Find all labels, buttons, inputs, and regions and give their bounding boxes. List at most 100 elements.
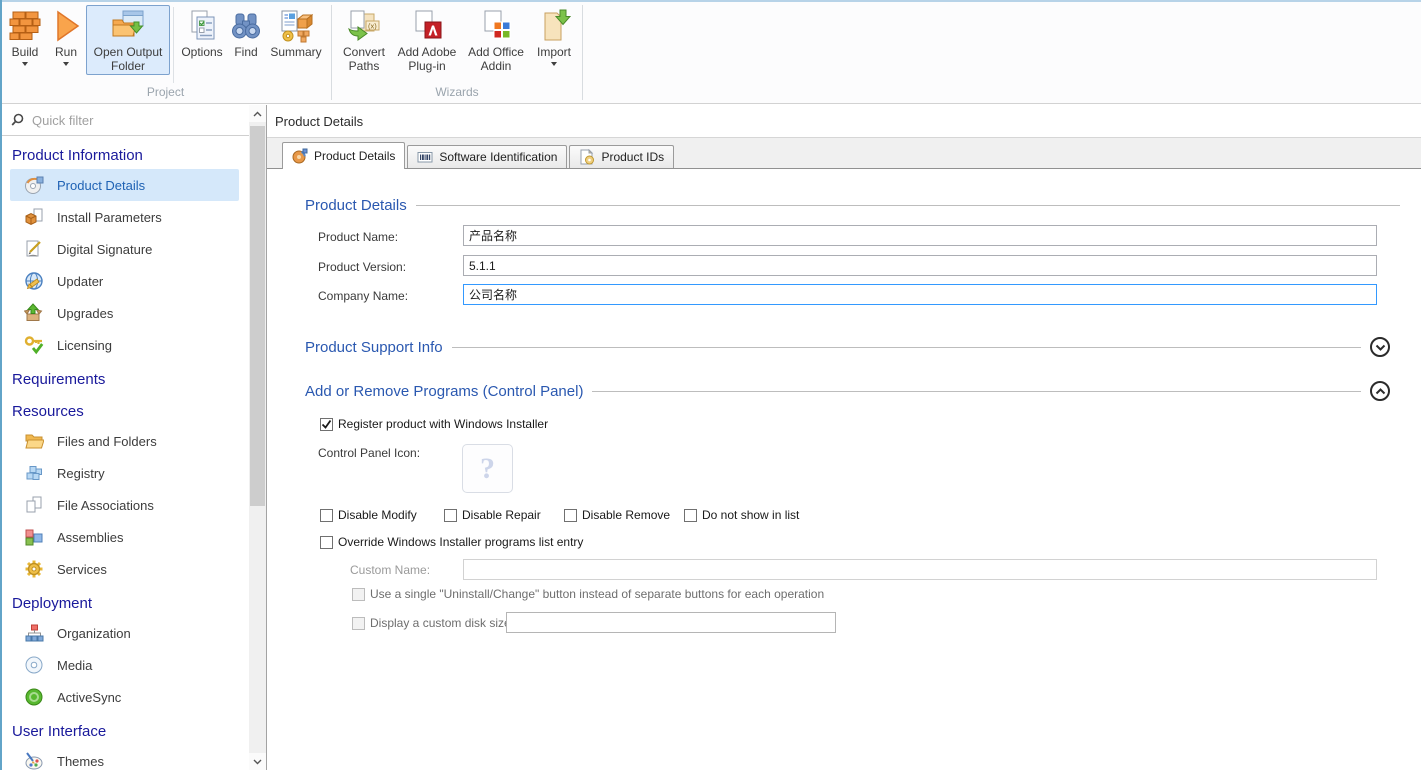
product-details-tab-icon (292, 148, 308, 164)
convert-paths-icon: (x) (347, 9, 381, 43)
sidebar-item-themes[interactable]: Themes (10, 745, 239, 770)
disk-size-input[interactable] (506, 612, 836, 633)
open-output-folder-button[interactable]: Open Output Folder (86, 5, 170, 75)
licensing-icon (24, 335, 44, 355)
checkbox-checked[interactable] (320, 418, 333, 431)
add-office-addin-button[interactable]: Add Office Addin (462, 5, 530, 75)
ribbon-group-separator (331, 5, 332, 100)
build-dropdown-arrow-icon[interactable] (22, 62, 28, 66)
chevron-down-icon (253, 759, 262, 765)
display-custom-disk-size-checkbox[interactable]: Display a custom disk size: (352, 616, 514, 630)
sidebar-item-licensing[interactable]: Licensing (10, 329, 239, 361)
import-dropdown-arrow-icon[interactable] (551, 62, 557, 66)
ribbon-toolbar: Build Run Open Output Folder (2, 2, 1421, 104)
tab-software-identification[interactable]: Software Identification (407, 145, 567, 168)
sidebar-item-registry[interactable]: Registry (10, 457, 239, 489)
sidebar-heading-user-interface[interactable]: User Interface (2, 713, 249, 745)
run-button[interactable]: Run (46, 5, 86, 68)
question-mark-icon: ? (480, 452, 495, 486)
control-panel-icon-label: Control Panel Icon: (318, 446, 420, 460)
sidebar-item-install-parameters[interactable]: Install Parameters (10, 201, 239, 233)
scroll-down-button[interactable] (249, 753, 266, 770)
checkbox-unchecked[interactable] (444, 509, 457, 522)
ribbon-group-label-project: Project (4, 85, 327, 102)
checkbox-unchecked-disabled[interactable] (352, 588, 365, 601)
company-name-input[interactable] (463, 284, 1377, 305)
sidebar-item-media[interactable]: Media (10, 649, 239, 681)
checkbox-unchecked[interactable] (320, 509, 333, 522)
ribbon-group-project: Build Run Open Output Folder (2, 2, 329, 103)
tab-label: Product Details (314, 149, 395, 163)
product-name-input[interactable] (463, 225, 1377, 246)
do-not-show-in-list-checkbox[interactable]: Do not show in list (684, 508, 799, 522)
company-name-label: Company Name: (318, 289, 408, 303)
sidebar-item-activesync[interactable]: ActiveSync (10, 681, 239, 713)
checkbox-unchecked-disabled[interactable] (352, 617, 365, 630)
checkbox-label: Do not show in list (702, 508, 799, 522)
tab-content-product-details: Product Details Product Name: Product Ve… (267, 169, 1421, 770)
sidebar-item-label: Services (57, 562, 107, 577)
checkbox-unchecked[interactable] (684, 509, 697, 522)
svg-text:(x): (x) (368, 22, 377, 31)
sidebar-item-product-details[interactable]: Product Details (10, 169, 239, 201)
summary-button[interactable]: Summary (265, 5, 327, 61)
disable-remove-checkbox[interactable]: Disable Remove (564, 508, 670, 522)
sidebar-item-digital-signature[interactable]: Digital Signature (10, 233, 239, 265)
checkbox-unchecked[interactable] (320, 536, 333, 549)
control-panel-icon-button[interactable]: ? (462, 444, 513, 493)
checkbox-unchecked[interactable] (564, 509, 577, 522)
open-output-folder-icon (111, 9, 145, 43)
register-product-checkbox[interactable]: Register product with Windows Installer (320, 417, 548, 431)
sidebar-scrollbar[interactable] (249, 105, 266, 770)
import-button[interactable]: Import (530, 5, 578, 68)
product-support-expand-button[interactable] (1370, 337, 1390, 357)
convert-paths-button[interactable]: (x) Convert Paths (336, 5, 392, 75)
sidebar-item-label: Product Details (57, 178, 145, 193)
find-button[interactable]: Find (227, 5, 265, 61)
custom-name-input[interactable] (463, 559, 1377, 580)
add-office-addin-label: Add Office Addin (465, 45, 527, 73)
scrollbar-thumb[interactable] (250, 126, 265, 506)
checkbox-label: Override Windows Installer programs list… (338, 535, 583, 549)
single-uninstall-change-checkbox[interactable]: Use a single "Uninstall/Change" button i… (352, 587, 824, 601)
options-button[interactable]: Options (177, 5, 227, 61)
run-icon (49, 9, 83, 43)
product-ids-tab-icon (579, 149, 595, 165)
disable-modify-checkbox[interactable]: Disable Modify (320, 508, 417, 522)
override-programs-list-checkbox[interactable]: Override Windows Installer programs list… (320, 535, 583, 549)
sidebar-item-updater[interactable]: Updater (10, 265, 239, 297)
disable-repair-checkbox[interactable]: Disable Repair (444, 508, 541, 522)
import-icon (537, 9, 571, 43)
sidebar-heading-requirements[interactable]: Requirements (2, 361, 249, 393)
themes-icon (24, 751, 44, 770)
import-label: Import (537, 45, 571, 59)
tab-product-ids[interactable]: Product IDs (569, 145, 674, 168)
scroll-up-button[interactable] (249, 105, 266, 122)
sidebar-item-upgrades[interactable]: Upgrades (10, 297, 239, 329)
ribbon-group-separator (582, 5, 583, 100)
product-version-input[interactable] (463, 255, 1377, 276)
summary-icon (279, 9, 313, 43)
sidebar: Product Information Product Details Inst… (2, 105, 266, 770)
check-icon (321, 419, 332, 430)
open-output-folder-label: Open Output Folder (89, 45, 167, 73)
sidebar-item-organization[interactable]: Organization (10, 617, 239, 649)
build-label: Build (12, 45, 39, 59)
sidebar-item-label: Organization (57, 626, 131, 641)
build-button[interactable]: Build (4, 5, 46, 68)
add-adobe-plugin-button[interactable]: Add Adobe Plug-in (392, 5, 462, 75)
chevron-up-icon (253, 111, 262, 117)
sidebar-item-file-associations[interactable]: File Associations (10, 489, 239, 521)
sidebar-item-files-and-folders[interactable]: Files and Folders (10, 425, 239, 457)
arp-collapse-button[interactable] (1370, 381, 1390, 401)
sidebar-item-assemblies[interactable]: Assemblies (10, 521, 239, 553)
tab-product-details[interactable]: Product Details (282, 142, 405, 169)
chevron-down-icon (1375, 344, 1386, 351)
run-dropdown-arrow-icon[interactable] (63, 62, 69, 66)
sidebar-heading-resources[interactable]: Resources (2, 393, 249, 425)
sidebar-item-services[interactable]: Services (10, 553, 239, 585)
sidebar-heading-deployment[interactable]: Deployment (2, 585, 249, 617)
ribbon-group-label-wizards: Wizards (336, 85, 578, 102)
quick-filter-input[interactable] (32, 113, 241, 128)
files-and-folders-icon (24, 431, 44, 451)
